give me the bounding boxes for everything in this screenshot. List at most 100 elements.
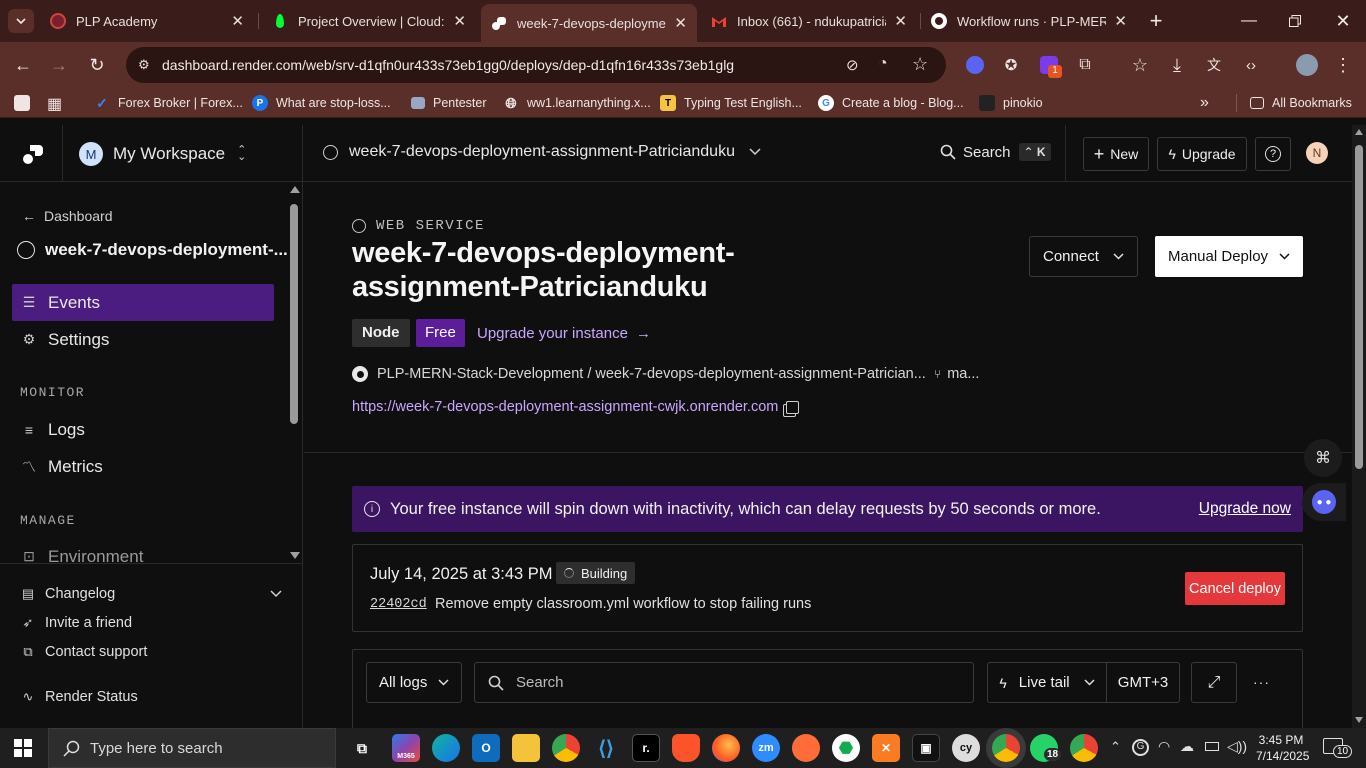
tab-render-active[interactable]: week-7-devops-deploymen ✕ [481, 4, 697, 42]
connect-button[interactable]: Connect [1029, 236, 1138, 277]
repo-link[interactable]: PLP-MERN-Stack-Development / week-7-devo… [352, 366, 926, 382]
chrome-active-icon[interactable] [992, 734, 1020, 762]
restore-window-button[interactable] [1272, 0, 1318, 42]
back-arrow-icon[interactable]: ← [10, 52, 36, 78]
extensions-icon[interactable]: ⧉ [1072, 52, 1098, 78]
system-clock[interactable]: 3:45 PM 7/14/2025 [1256, 732, 1309, 764]
xampp-icon[interactable]: ✕ [872, 734, 900, 762]
extension-badge-icon[interactable]: 1 [1036, 52, 1062, 78]
service-switcher[interactable]: week-7-devops-deployment-assignment-Patr… [323, 143, 761, 161]
sidebar-item-environment[interactable]: ⊡ Environment [12, 538, 274, 562]
bookmark-item[interactable]: ✓ Forex Broker | Forex... [94, 94, 243, 112]
browser-menu-icon[interactable]: ⋮ [1330, 52, 1356, 78]
upgrade-button[interactable]: ϟ Upgrade [1157, 137, 1247, 171]
live-tail-dropdown[interactable]: ϟ Live tail [987, 662, 1107, 703]
battery-icon[interactable] [1205, 742, 1219, 751]
minimize-window-button[interactable]: — [1226, 0, 1272, 42]
performance-icon[interactable]: ◔ [878, 55, 888, 73]
bookmark-item[interactable]: G Create a blog - Blog... [818, 94, 964, 112]
tab-gmail-inbox[interactable]: Inbox (661) - ndukupatricia ✕ [701, 6, 917, 36]
sidebar-item-settings[interactable]: ⚙ Settings [12, 321, 274, 358]
cy-app-icon[interactable]: cy [952, 734, 980, 762]
download-icon[interactable]: ⤓ [1164, 52, 1190, 78]
extension-chat-icon[interactable] [962, 52, 988, 78]
close-icon[interactable]: ✕ [1114, 12, 1127, 30]
close-icon[interactable]: ✕ [894, 12, 907, 30]
address-bar[interactable]: ⚙ dashboard.render.com/web/srv-d1qfn0ur4… [126, 47, 946, 83]
tab-project-overview[interactable]: Project Overview | Cloud: M ✕ [262, 6, 476, 36]
back-to-dashboard-link[interactable]: ← Dashboard [22, 208, 113, 224]
tray-google-icon[interactable]: G [1132, 739, 1149, 756]
log-filter-dropdown[interactable]: All logs [366, 662, 462, 703]
close-icon[interactable]: ✕ [674, 14, 687, 32]
upgrade-instance-link[interactable]: Upgrade your instance → [477, 325, 651, 342]
upgrade-now-link[interactable]: Upgrade now [1199, 500, 1291, 518]
manual-deploy-button[interactable]: Manual Deploy [1155, 236, 1303, 277]
chrome-icon[interactable] [552, 734, 580, 762]
bookmarks-star-icon[interactable]: ☆ [1127, 52, 1153, 78]
m365-app-icon[interactable]: M365 [392, 734, 420, 762]
global-search[interactable]: Search ⌃ K [940, 143, 1051, 161]
profile-avatar[interactable] [1294, 52, 1320, 78]
eye-off-icon[interactable]: ⊘ [846, 56, 859, 74]
file-explorer-icon[interactable] [512, 734, 540, 762]
devtools-code-icon[interactable]: ‹› [1238, 52, 1264, 78]
url-text[interactable]: dashboard.render.com/web/srv-d1qfn0ur433… [162, 57, 734, 73]
close-icon[interactable]: ✕ [453, 12, 466, 30]
notification-center-icon[interactable]: 10 [1323, 738, 1353, 758]
whatsapp-icon[interactable]: 18 [1030, 734, 1062, 762]
onedrive-icon[interactable]: ☁ [1180, 738, 1194, 755]
render-app-icon[interactable]: r. [632, 734, 660, 762]
brave-icon[interactable] [672, 734, 700, 762]
log-search-input[interactable]: Search [474, 662, 974, 703]
extension-puzzle-icon[interactable]: ✪ [998, 52, 1024, 78]
translate-icon[interactable]: 文 [1201, 52, 1227, 78]
bookmark-star-icon[interactable]: ☆ [912, 54, 928, 75]
taskbar-search-box[interactable]: Type here to search [48, 728, 336, 768]
bookmark-item[interactable]: P What are stop-loss... [252, 94, 391, 112]
postman-icon[interactable] [792, 734, 820, 762]
logs-more-button[interactable]: ··· [1253, 674, 1270, 690]
cancel-deploy-button[interactable]: Cancel deploy [1185, 572, 1285, 605]
box-app-icon[interactable]: ▣ [912, 734, 940, 762]
task-view-icon[interactable]: ⧉ [348, 734, 376, 762]
chrome-profile-icon[interactable] [1070, 734, 1098, 762]
workspace-switcher[interactable]: M My Workspace ⌃ ⌄ [79, 141, 246, 167]
all-bookmarks-folder[interactable]: All Bookmarks [1250, 94, 1352, 112]
sidebar-toggle-icon[interactable] [14, 95, 30, 111]
tray-chevron-icon[interactable]: ⌃ [1110, 739, 1121, 755]
sidebar-item-events[interactable]: ☰ Events [12, 284, 274, 321]
bookmarks-overflow[interactable]: » [1200, 94, 1209, 112]
branch-label[interactable]: ⑂ ma... [934, 366, 979, 382]
changelog-link[interactable]: ▤ Changelog [20, 586, 282, 602]
site-settings-icon[interactable]: ⚙ [138, 57, 154, 73]
zoom-icon[interactable]: zm [752, 734, 780, 762]
windows-start-icon[interactable] [14, 739, 32, 757]
bookmark-item[interactable]: T Typing Test English... [660, 94, 802, 112]
service-url[interactable]: https://week-7-devops-deployment-assignm… [352, 399, 778, 415]
copy-icon[interactable] [786, 400, 800, 414]
close-icon[interactable]: ✕ [231, 12, 244, 30]
apps-grid-icon[interactable]: ▦ [47, 94, 62, 114]
tab-search-button[interactable] [8, 9, 34, 33]
tab-github-workflows[interactable]: Workflow runs · PLP-MERN ✕ [921, 6, 1137, 36]
expand-logs-button[interactable]: ⤢ [1191, 662, 1237, 703]
reload-icon[interactable]: ↻ [84, 52, 110, 78]
new-button[interactable]: + New [1083, 137, 1149, 171]
bookmark-item[interactable]: 🌐︎ ww1.learnanything.x... [503, 94, 650, 112]
close-window-button[interactable]: ✕ [1320, 0, 1366, 42]
tab-plp-academy[interactable]: PLP Academy ✕ [40, 6, 254, 36]
render-status-link[interactable]: ∿ Render Status [20, 689, 138, 705]
outlook-icon[interactable]: O [472, 734, 500, 762]
chat-assistant-icon[interactable]: ● ● [1302, 483, 1346, 521]
edge-browser-icon[interactable] [432, 734, 460, 762]
mongodb-compass-icon[interactable]: ⬣ [832, 734, 860, 762]
page-scrollbar[interactable] [1352, 125, 1366, 728]
user-avatar[interactable]: N [1306, 142, 1328, 164]
forward-arrow-icon[interactable]: → [46, 52, 72, 78]
apps-widget-icon[interactable]: ⌘ [1304, 439, 1342, 477]
render-logo-icon[interactable] [22, 143, 44, 170]
sidebar-item-logs[interactable]: ≡ Logs [12, 411, 274, 448]
timezone-button[interactable]: GMT+3 [1106, 662, 1180, 703]
volume-icon[interactable]: ◁)) [1227, 738, 1247, 755]
